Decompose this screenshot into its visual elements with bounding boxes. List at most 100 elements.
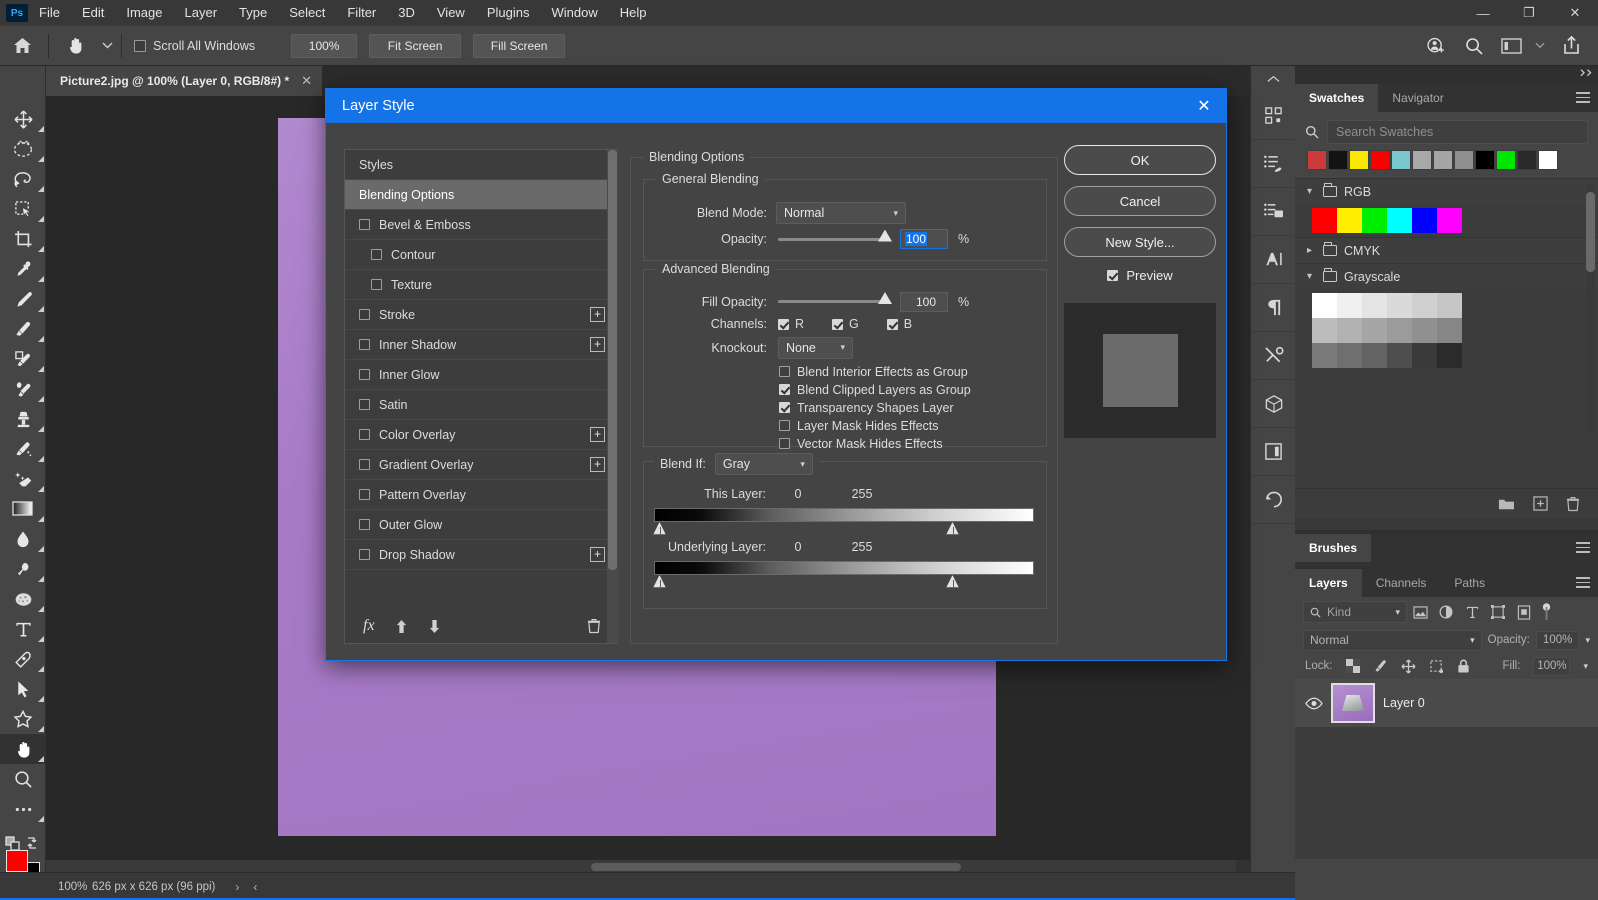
style-row-blending-options[interactable]: Blending Options bbox=[345, 180, 617, 210]
zoom-100-button[interactable]: 100% bbox=[291, 34, 357, 58]
swatch[interactable] bbox=[1312, 318, 1337, 343]
swatch[interactable] bbox=[1437, 343, 1462, 368]
lock-artboard-icon[interactable] bbox=[1429, 659, 1444, 674]
swatch[interactable] bbox=[1412, 293, 1437, 318]
menu-plugins[interactable]: Plugins bbox=[476, 0, 541, 26]
menu-filter[interactable]: Filter bbox=[336, 0, 387, 26]
swatch[interactable] bbox=[1437, 293, 1462, 318]
swatch[interactable] bbox=[1337, 318, 1362, 343]
libraries-icon[interactable] bbox=[1251, 92, 1296, 140]
transparency-shapes-layer-option[interactable]: Transparency Shapes Layer bbox=[779, 399, 1047, 416]
eraser-tool[interactable] bbox=[0, 434, 46, 464]
fill-op[interactable]: 100 bbox=[900, 292, 948, 312]
spot-healing-brush-tool[interactable] bbox=[0, 284, 46, 314]
tab-layers[interactable]: Layers bbox=[1295, 569, 1362, 597]
swatches-scrollbar[interactable] bbox=[1586, 184, 1595, 434]
layers-panel-menu-icon[interactable] bbox=[1576, 577, 1590, 588]
recent-swatch[interactable] bbox=[1328, 150, 1348, 170]
clone-stamp-tool[interactable] bbox=[0, 344, 46, 374]
scroll-all-windows-option[interactable]: Scroll All Windows bbox=[134, 39, 255, 53]
recent-swatch[interactable] bbox=[1475, 150, 1495, 170]
style-checkbox[interactable] bbox=[371, 249, 382, 260]
move-down-icon[interactable] bbox=[428, 619, 441, 634]
channel-r-option[interactable]: R bbox=[778, 317, 804, 331]
layer-mask-hides-effects-option[interactable]: Layer Mask Hides Effects bbox=[779, 417, 1047, 434]
delete-icon[interactable] bbox=[587, 618, 601, 634]
workspace-icon[interactable] bbox=[1494, 26, 1528, 66]
this-layer-ramp[interactable] bbox=[654, 508, 1034, 522]
vector-mask-hides-effects-checkbox[interactable] bbox=[779, 438, 790, 449]
gradient-tool[interactable] bbox=[0, 494, 46, 524]
style-row-inner-shadow[interactable]: Inner Shadow + bbox=[345, 330, 617, 360]
cancel-button[interactable]: Cancel bbox=[1064, 186, 1216, 216]
add-effect-plus-icon[interactable]: + bbox=[590, 427, 605, 442]
blend-mode-select[interactable]: Normal ▾ bbox=[776, 202, 906, 224]
layer-visibility-icon[interactable] bbox=[1305, 697, 1323, 710]
swatch[interactable] bbox=[1437, 318, 1462, 343]
sponge-tool[interactable] bbox=[0, 584, 46, 614]
swatch[interactable] bbox=[1387, 208, 1412, 233]
character-icon[interactable] bbox=[1251, 236, 1296, 284]
swatch[interactable] bbox=[1387, 318, 1412, 343]
status-document-dimensions[interactable]: 626 px x 626 px (96 ppi) bbox=[78, 881, 215, 893]
swatch[interactable] bbox=[1337, 343, 1362, 368]
paragraph-icon[interactable] bbox=[1251, 284, 1296, 332]
style-checkbox[interactable] bbox=[371, 279, 382, 290]
edit-toolbar-icon[interactable] bbox=[0, 794, 46, 824]
chevron-down-icon[interactable]: ▾ bbox=[1583, 661, 1588, 672]
search-icon[interactable] bbox=[1456, 26, 1492, 66]
style-row-stroke[interactable]: Stroke + bbox=[345, 300, 617, 330]
swatch-group-grayscale[interactable]: ▾ Grayscale bbox=[1295, 263, 1598, 289]
this-layer-min[interactable]: 0 bbox=[766, 487, 830, 501]
layer-name[interactable]: Layer 0 bbox=[1383, 696, 1425, 710]
delete-swatch-icon[interactable] bbox=[1566, 496, 1580, 512]
menu-type[interactable]: Type bbox=[228, 0, 278, 26]
magic-eraser-tool[interactable] bbox=[0, 464, 46, 494]
status-prev-icon[interactable]: ‹ bbox=[239, 880, 257, 894]
opacity-slider-knob[interactable] bbox=[878, 230, 892, 242]
menu-file[interactable]: File bbox=[28, 0, 71, 26]
opacity-input[interactable]: 100 bbox=[900, 229, 948, 249]
menu-layer[interactable]: Layer bbox=[174, 0, 229, 26]
move-up-icon[interactable] bbox=[395, 619, 408, 634]
minimize-button[interactable]: — bbox=[1460, 0, 1506, 26]
swatch[interactable] bbox=[1387, 293, 1412, 318]
opacity-slider[interactable] bbox=[778, 238, 890, 241]
style-checkbox[interactable] bbox=[359, 549, 370, 560]
swatch[interactable] bbox=[1412, 208, 1437, 233]
style-row-inner-glow[interactable]: Inner Glow bbox=[345, 360, 617, 390]
chevron-down-icon[interactable]: ▾ bbox=[800, 459, 805, 470]
type-filter-icon[interactable] bbox=[1459, 601, 1485, 623]
recent-swatch[interactable] bbox=[1370, 150, 1390, 170]
menu-view[interactable]: View bbox=[426, 0, 476, 26]
chevron-down-icon[interactable]: ▾ bbox=[1395, 607, 1400, 618]
tab-channels[interactable]: Channels bbox=[1362, 569, 1441, 597]
tab-navigator[interactable]: Navigator bbox=[1378, 84, 1457, 112]
swatch[interactable] bbox=[1362, 318, 1387, 343]
chevron-down-icon[interactable]: ▾ bbox=[1585, 635, 1590, 646]
this-layer-white-slider[interactable] bbox=[946, 522, 959, 535]
blend-if-select[interactable]: Gray ▾ bbox=[715, 453, 813, 475]
scrollbar-thumb[interactable] bbox=[1586, 192, 1595, 272]
history-icon[interactable] bbox=[1251, 476, 1296, 524]
recent-swatch[interactable] bbox=[1391, 150, 1411, 170]
chevron-down-icon[interactable]: ▾ bbox=[1307, 186, 1316, 197]
chevron-down-icon[interactable]: ▾ bbox=[893, 208, 898, 219]
style-row-contour[interactable]: Contour bbox=[345, 240, 617, 270]
smart-object-filter-icon[interactable] bbox=[1511, 601, 1537, 623]
chevron-down-icon[interactable]: ▾ bbox=[1307, 271, 1316, 282]
fit-screen-button[interactable]: Fit Screen bbox=[369, 34, 461, 58]
blend-interior-effects-checkbox[interactable] bbox=[779, 366, 790, 377]
swatch-group-rgb[interactable]: ▾ RGB bbox=[1295, 178, 1598, 204]
add-effect-plus-icon[interactable]: + bbox=[590, 337, 605, 352]
swatch[interactable] bbox=[1337, 293, 1362, 318]
layer-row[interactable]: Layer 0 bbox=[1295, 679, 1598, 727]
layer-fill-value[interactable]: 100% bbox=[1533, 657, 1570, 676]
foreground-color-swatch[interactable] bbox=[6, 850, 28, 872]
style-checkbox[interactable] bbox=[359, 309, 370, 320]
image-filter-icon[interactable] bbox=[1407, 601, 1433, 623]
lock-image-pixels-icon[interactable] bbox=[1373, 659, 1388, 674]
dock-collapse-icon[interactable] bbox=[1251, 66, 1295, 92]
style-checkbox[interactable] bbox=[359, 369, 370, 380]
swatch[interactable] bbox=[1312, 208, 1337, 233]
